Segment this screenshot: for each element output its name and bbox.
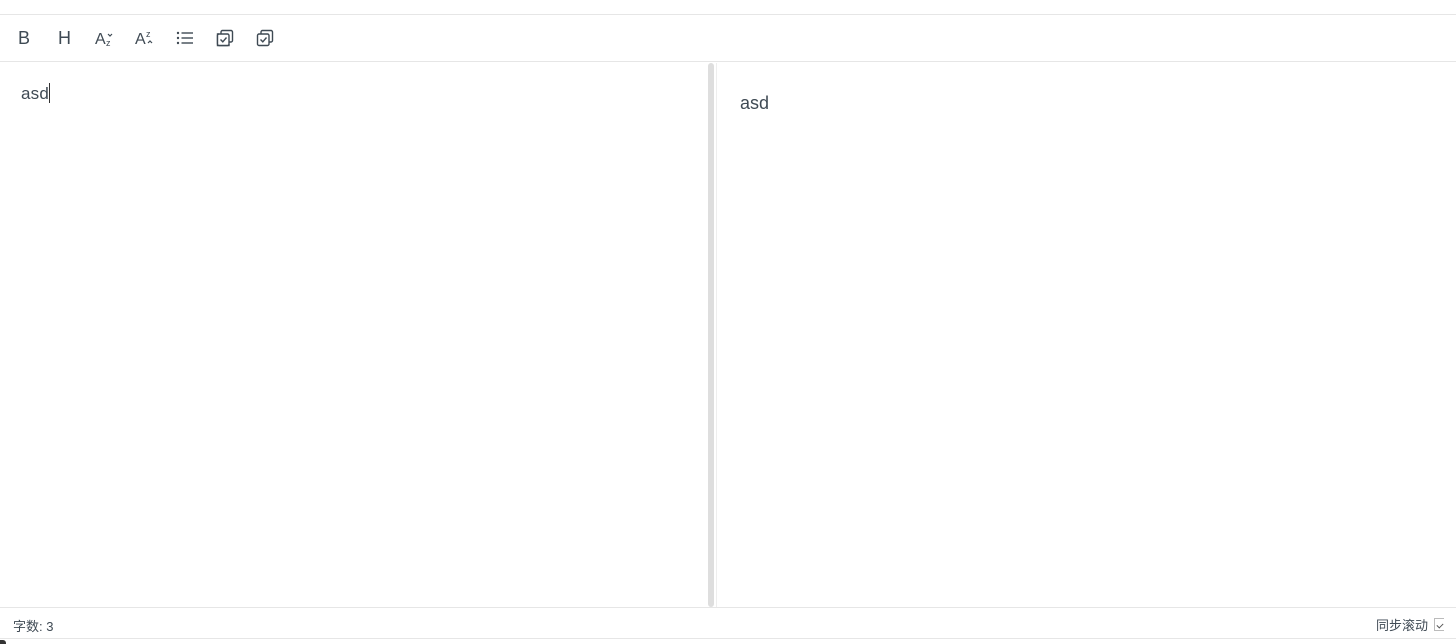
svg-text:z: z xyxy=(146,29,151,39)
preview-content: asd xyxy=(740,93,770,113)
unordered-list-button[interactable] xyxy=(165,18,205,58)
copy-check-icon xyxy=(256,29,274,47)
svg-text:A: A xyxy=(95,31,106,47)
markdown-input-pane[interactable]: asd xyxy=(0,63,707,607)
editor-area: asd asd xyxy=(0,63,1456,607)
svg-text:A: A xyxy=(135,31,146,47)
corner-fragment xyxy=(0,640,6,644)
markdown-editor: B H A z A z asd asd 字数: 3 同步滚动 xyxy=(0,0,1456,644)
subscript-button[interactable]: A z xyxy=(85,18,125,58)
scrollbar-thumb[interactable] xyxy=(708,63,714,607)
heading-icon: H xyxy=(57,29,73,47)
word-count: 字数: 3 xyxy=(13,616,53,635)
superscript-button[interactable]: A z xyxy=(125,18,165,58)
editor-scrollbar[interactable] xyxy=(707,63,716,607)
word-count-label: 字数: xyxy=(13,619,43,634)
preview-pane: asd xyxy=(716,63,1456,607)
svg-text:z: z xyxy=(106,38,111,47)
text-caret xyxy=(49,83,51,103)
svg-text:B: B xyxy=(18,29,30,47)
bold-button[interactable]: B xyxy=(5,18,45,58)
copy-button[interactable] xyxy=(205,18,245,58)
bold-icon: B xyxy=(17,29,33,47)
svg-text:H: H xyxy=(58,29,71,47)
status-bar: 字数: 3 同步滚动 xyxy=(0,607,1456,639)
markdown-input-text[interactable]: asd xyxy=(21,83,51,104)
superscript-icon: A z xyxy=(135,29,155,47)
heading-button[interactable]: H xyxy=(45,18,85,58)
list-icon xyxy=(176,30,194,46)
sync-scroll-checkbox[interactable] xyxy=(1434,618,1444,631)
copy-check-icon xyxy=(216,29,234,47)
word-count-value: 3 xyxy=(46,619,54,634)
input-content: asd xyxy=(21,84,50,103)
subscript-icon: A z xyxy=(95,29,115,47)
sync-scroll-toggle[interactable]: 同步滚动 xyxy=(1376,615,1444,634)
toolbar: B H A z A z xyxy=(0,15,1456,62)
copy-alt-button[interactable] xyxy=(245,18,285,58)
sync-scroll-label: 同步滚动 xyxy=(1375,618,1428,633)
